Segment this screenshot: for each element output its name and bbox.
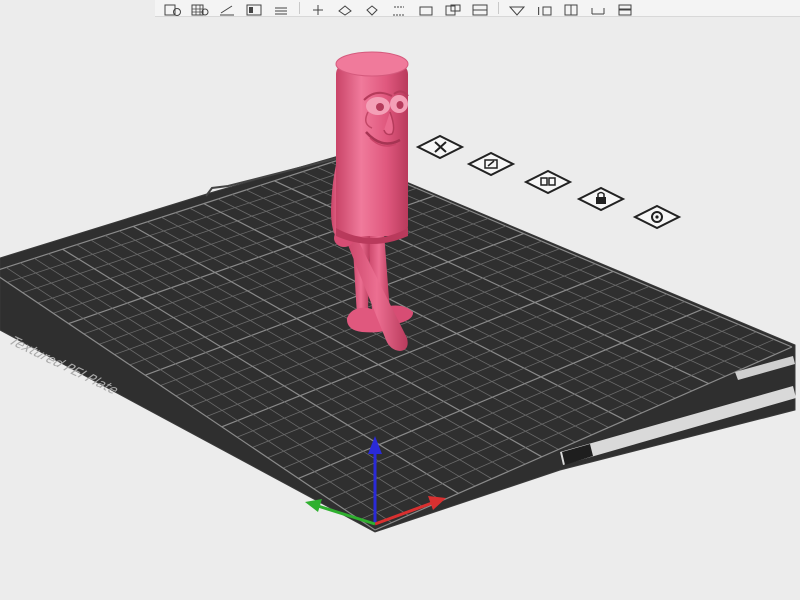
seam-paint-icon[interactable] [441, 0, 465, 16]
orient-icon[interactable] [215, 0, 239, 16]
scale-icon[interactable] [360, 0, 384, 16]
arrange-icon[interactable] [523, 169, 573, 195]
delete-plate-icon[interactable] [415, 134, 465, 160]
measure-icon[interactable] [559, 0, 583, 16]
toolbar-separator [498, 2, 499, 14]
add-object-icon[interactable] [161, 0, 185, 16]
toolbar-separator [299, 2, 300, 14]
auto-orient-icon[interactable] [466, 151, 516, 177]
view-icon[interactable] [586, 0, 610, 16]
layers-icon[interactable] [613, 0, 637, 16]
arrange-icon[interactable] [242, 0, 266, 16]
plate-settings-icon[interactable] [632, 204, 682, 230]
top-toolbar: I [155, 0, 800, 17]
rotate-icon[interactable] [333, 0, 357, 16]
text-icon[interactable] [505, 0, 529, 16]
cut-icon[interactable] [387, 0, 411, 16]
split-icon[interactable] [269, 0, 293, 16]
color-paint-icon[interactable] [468, 0, 492, 16]
move-icon[interactable] [306, 0, 330, 16]
add-plate-icon[interactable] [188, 0, 212, 16]
y-axis-arrow [305, 499, 322, 512]
support-paint-icon[interactable] [414, 0, 438, 16]
svg-text:I: I [537, 5, 540, 16]
3d-viewport[interactable]: Textured PEI Plate [0, 0, 800, 600]
lock-plate-icon[interactable] [576, 186, 626, 212]
assembly-icon[interactable]: I [532, 0, 556, 16]
